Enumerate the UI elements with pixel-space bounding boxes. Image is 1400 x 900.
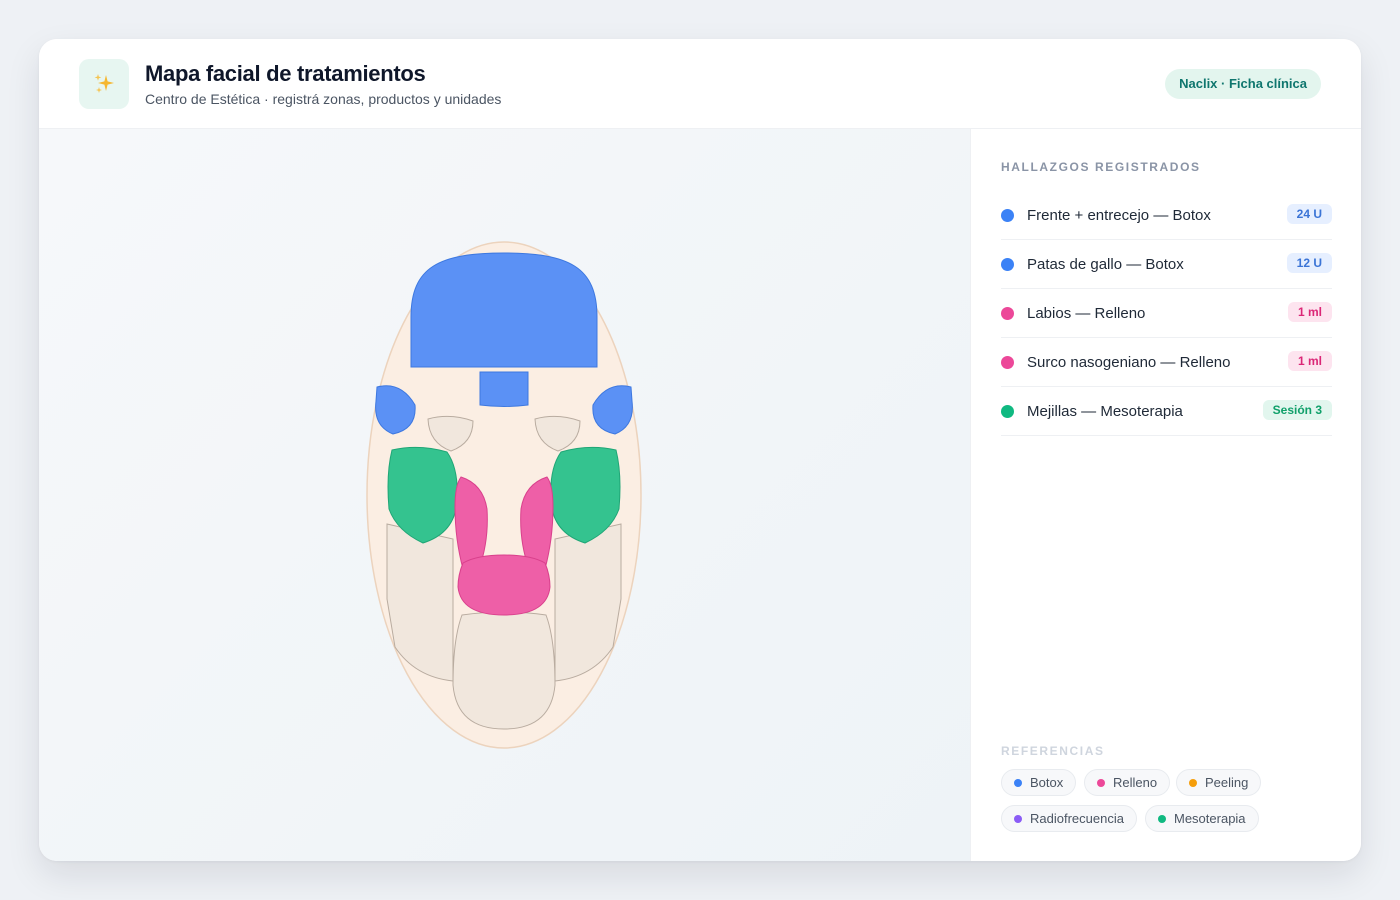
references-heading: REFERENCIAS <box>1001 744 1105 758</box>
finding-quantity-badge: 24 U <box>1286 204 1332 224</box>
finding-surco-nasogeniano[interactable]: Surco nasogeniano — Relleno 1 ml <box>1001 338 1332 387</box>
header: Mapa facial de tratamientos Centro de Es… <box>39 39 1361 129</box>
legend-label: Peeling <box>1205 775 1249 790</box>
finding-quantity-badge: 12 U <box>1286 253 1332 273</box>
peeling-dot <box>1189 778 1197 787</box>
finding-quantity-badge: 1 ml <box>1287 351 1332 371</box>
finding-label: Mejillas — Mesoterapia <box>1027 402 1183 420</box>
clinic-badge: Naclix · Ficha clínica <box>1165 69 1321 99</box>
face-map <box>366 241 642 749</box>
page-subtitle: Centro de Estética · registrá zonas, pro… <box>145 91 502 107</box>
mesoterapia-dot <box>1158 814 1166 823</box>
main-card: Mapa facial de tratamientos Centro de Es… <box>39 39 1361 861</box>
legend-label: Relleno <box>1113 775 1158 790</box>
relleno-dot <box>1097 778 1105 787</box>
legend-chip-botox[interactable]: Botox <box>1001 769 1077 796</box>
face-map-canvas <box>39 129 970 861</box>
legend-chip-peeling[interactable]: Peeling <box>1176 769 1262 796</box>
botox-dot <box>1014 778 1022 787</box>
zone-entrecejo[interactable] <box>479 371 529 407</box>
findings-panel: HALLAZGOS REGISTRADOS Frente + entrecejo… <box>970 129 1361 861</box>
zone-menton[interactable] <box>452 611 556 730</box>
logo <box>79 59 129 109</box>
finding-frente-entrecejo[interactable]: Frente + entrecejo — Botox 24 U <box>1001 191 1332 240</box>
relleno-dot <box>1001 306 1014 320</box>
findings-heading: HALLAZGOS REGISTRADOS <box>1001 160 1201 174</box>
zone-frente[interactable] <box>410 252 598 368</box>
zone-mandibula-derecha[interactable] <box>554 523 622 682</box>
legend-chip-relleno[interactable]: Relleno <box>1084 769 1171 796</box>
findings-list: Frente + entrecejo — Botox 24 U Patas de… <box>1001 191 1332 436</box>
page-title: Mapa facial de tratamientos <box>145 61 426 86</box>
finding-labios[interactable]: Labios — Relleno 1 ml <box>1001 289 1332 338</box>
legend-label: Botox <box>1030 775 1064 790</box>
mesoterapia-dot <box>1001 404 1014 418</box>
finding-label: Surco nasogeniano — Relleno <box>1027 353 1231 371</box>
legend-label: Mesoterapia <box>1174 811 1246 826</box>
botox-dot <box>1001 208 1014 222</box>
legend-chip-mesoterapia[interactable]: Mesoterapia <box>1145 805 1259 832</box>
botox-dot <box>1001 257 1014 271</box>
zone-mandibula-izquierda[interactable] <box>386 523 454 682</box>
finding-patas-de-gallo[interactable]: Patas de gallo — Botox 12 U <box>1001 240 1332 289</box>
finding-label: Labios — Relleno <box>1027 304 1146 322</box>
legend-label: Radiofrecuencia <box>1030 811 1124 826</box>
radiofrecuencia-dot <box>1014 814 1022 823</box>
finding-session-badge: Sesión 3 <box>1262 400 1332 420</box>
legend-chip-radiofrecuencia[interactable]: Radiofrecuencia <box>1001 805 1137 832</box>
finding-quantity-badge: 1 ml <box>1287 302 1332 322</box>
finding-label: Frente + entrecejo — Botox <box>1027 206 1211 224</box>
sparkles-icon <box>94 74 114 93</box>
relleno-dot <box>1001 355 1014 369</box>
finding-label: Patas de gallo — Botox <box>1027 255 1184 273</box>
finding-mejillas[interactable]: Mejillas — Mesoterapia Sesión 3 <box>1001 387 1332 436</box>
zone-labios[interactable] <box>457 554 551 616</box>
